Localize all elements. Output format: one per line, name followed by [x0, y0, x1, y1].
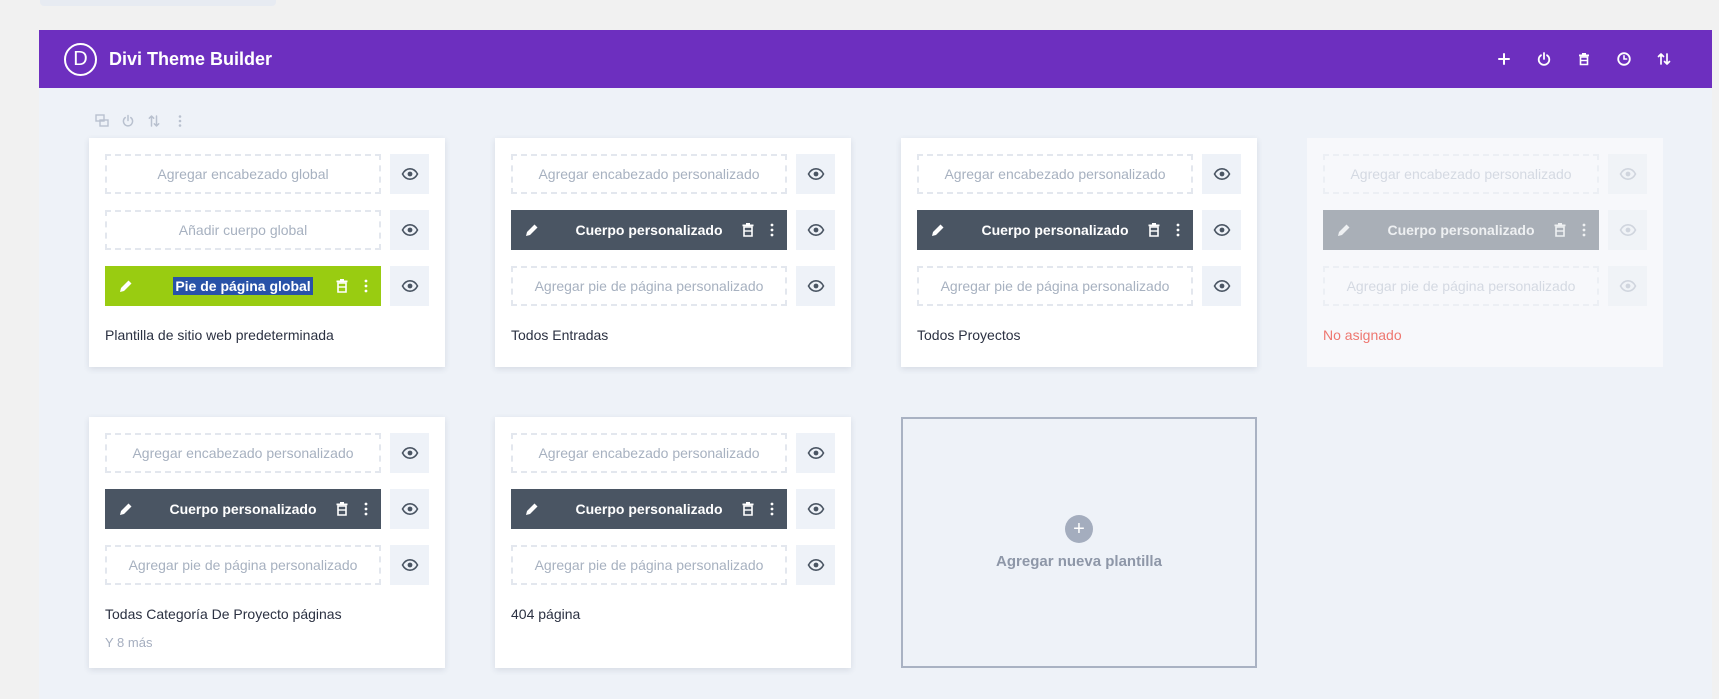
- visibility-eye-icon[interactable]: [1608, 210, 1647, 250]
- add-custom-footer-slot[interactable]: Agregar pie de página personalizado: [511, 545, 787, 585]
- visibility-eye-icon[interactable]: [390, 266, 429, 306]
- trash-icon[interactable]: [333, 500, 351, 518]
- trash-icon[interactable]: [1574, 49, 1594, 69]
- power-icon[interactable]: [120, 113, 136, 129]
- add-custom-footer-slot[interactable]: Agregar pie de página personalizado: [1323, 266, 1599, 306]
- visibility-eye-icon[interactable]: [1202, 210, 1241, 250]
- more-icon[interactable]: [763, 221, 781, 239]
- template-card-default: Agregar encabezado global Añadir cuerpo …: [89, 138, 445, 367]
- edit-icon[interactable]: [117, 500, 135, 518]
- add-custom-header-slot[interactable]: Agregar encabezado personalizado: [511, 433, 787, 473]
- more-icon[interactable]: [763, 500, 781, 518]
- edit-icon[interactable]: [523, 221, 541, 239]
- visibility-eye-icon[interactable]: [1608, 266, 1647, 306]
- add-custom-header-slot[interactable]: Agregar encabezado personalizado: [511, 154, 787, 194]
- edit-icon[interactable]: [523, 500, 541, 518]
- trash-icon[interactable]: [1551, 221, 1569, 239]
- visibility-eye-icon[interactable]: [390, 210, 429, 250]
- more-icon[interactable]: [1575, 221, 1593, 239]
- divi-logo: D: [64, 42, 97, 76]
- add-circle-icon: +: [1065, 515, 1093, 543]
- default-template-toolbar: [94, 113, 188, 129]
- template-name: Plantilla de sitio web predeterminada: [105, 327, 334, 343]
- power-icon[interactable]: [1534, 49, 1554, 69]
- template-card-unassigned: Agregar encabezado personalizado Cuerpo …: [1307, 138, 1663, 367]
- trash-icon[interactable]: [333, 277, 351, 295]
- global-footer-label: Pie de página global: [173, 277, 313, 295]
- global-footer-slot[interactable]: Pie de página global: [105, 266, 381, 306]
- top-sliver: [40, 0, 276, 6]
- trash-icon[interactable]: [739, 221, 757, 239]
- header-actions: [1494, 49, 1712, 69]
- template-card-posts: Agregar encabezado personalizado Cuerpo …: [495, 138, 851, 367]
- visibility-eye-icon[interactable]: [796, 545, 835, 585]
- add-new-template-button[interactable]: + Agregar nueva plantilla: [901, 417, 1257, 668]
- visibility-eye-icon[interactable]: [1202, 266, 1241, 306]
- add-custom-header-slot[interactable]: Agregar encabezado personalizado: [105, 433, 381, 473]
- trash-icon[interactable]: [739, 500, 757, 518]
- more-assignments-link[interactable]: Y 8 más: [105, 635, 152, 650]
- template-name: Todas Categoría De Proyecto páginas: [105, 606, 342, 622]
- custom-body-slot[interactable]: Cuerpo personalizado: [1323, 210, 1599, 250]
- visibility-eye-icon[interactable]: [390, 545, 429, 585]
- visibility-eye-icon[interactable]: [390, 489, 429, 529]
- visibility-eye-icon[interactable]: [390, 154, 429, 194]
- add-custom-header-slot[interactable]: Agregar encabezado personalizado: [917, 154, 1193, 194]
- theme-builder-header: D Divi Theme Builder: [39, 30, 1712, 88]
- more-icon[interactable]: [1169, 221, 1187, 239]
- edit-icon[interactable]: [117, 277, 135, 295]
- edit-icon[interactable]: [929, 221, 947, 239]
- visibility-eye-icon[interactable]: [1202, 154, 1241, 194]
- custom-body-slot[interactable]: Cuerpo personalizado: [511, 210, 787, 250]
- more-icon[interactable]: [357, 500, 375, 518]
- template-name: 404 página: [511, 606, 581, 622]
- visibility-eye-icon[interactable]: [390, 433, 429, 473]
- visibility-eye-icon[interactable]: [796, 266, 835, 306]
- trash-icon[interactable]: [1145, 221, 1163, 239]
- add-global-body-slot[interactable]: Añadir cuerpo global: [105, 210, 381, 250]
- add-new-template-label: Agregar nueva plantilla: [996, 553, 1162, 570]
- history-icon[interactable]: [1614, 49, 1634, 69]
- visibility-eye-icon[interactable]: [796, 489, 835, 529]
- template-name: Todos Entradas: [511, 327, 609, 343]
- custom-body-slot[interactable]: Cuerpo personalizado: [917, 210, 1193, 250]
- add-custom-footer-slot[interactable]: Agregar pie de página personalizado: [917, 266, 1193, 306]
- more-icon[interactable]: [357, 277, 375, 295]
- sort-icon[interactable]: [146, 113, 162, 129]
- duplicate-icon[interactable]: [94, 113, 110, 129]
- sort-icon[interactable]: [1654, 49, 1674, 69]
- edit-icon[interactable]: [1335, 221, 1353, 239]
- add-custom-footer-slot[interactable]: Agregar pie de página personalizado: [105, 545, 381, 585]
- visibility-eye-icon[interactable]: [796, 210, 835, 250]
- add-custom-footer-slot[interactable]: Agregar pie de página personalizado: [511, 266, 787, 306]
- template-card-project-categories: Agregar encabezado personalizado Cuerpo …: [89, 417, 445, 668]
- app-title: Divi Theme Builder: [109, 48, 273, 69]
- template-card-projects: Agregar encabezado personalizado Cuerpo …: [901, 138, 1257, 367]
- custom-body-slot[interactable]: Cuerpo personalizado: [511, 489, 787, 529]
- template-card-404: Agregar encabezado personalizado Cuerpo …: [495, 417, 851, 668]
- custom-body-slot[interactable]: Cuerpo personalizado: [105, 489, 381, 529]
- visibility-eye-icon[interactable]: [796, 154, 835, 194]
- add-global-header-slot[interactable]: Agregar encabezado global: [105, 154, 381, 194]
- visibility-eye-icon[interactable]: [796, 433, 835, 473]
- visibility-eye-icon[interactable]: [1608, 154, 1647, 194]
- add-custom-header-slot[interactable]: Agregar encabezado personalizado: [1323, 154, 1599, 194]
- template-name: Todos Proyectos: [917, 327, 1021, 343]
- more-icon[interactable]: [172, 113, 188, 129]
- template-name-unassigned: No asignado: [1323, 327, 1402, 343]
- add-icon[interactable]: [1494, 49, 1514, 69]
